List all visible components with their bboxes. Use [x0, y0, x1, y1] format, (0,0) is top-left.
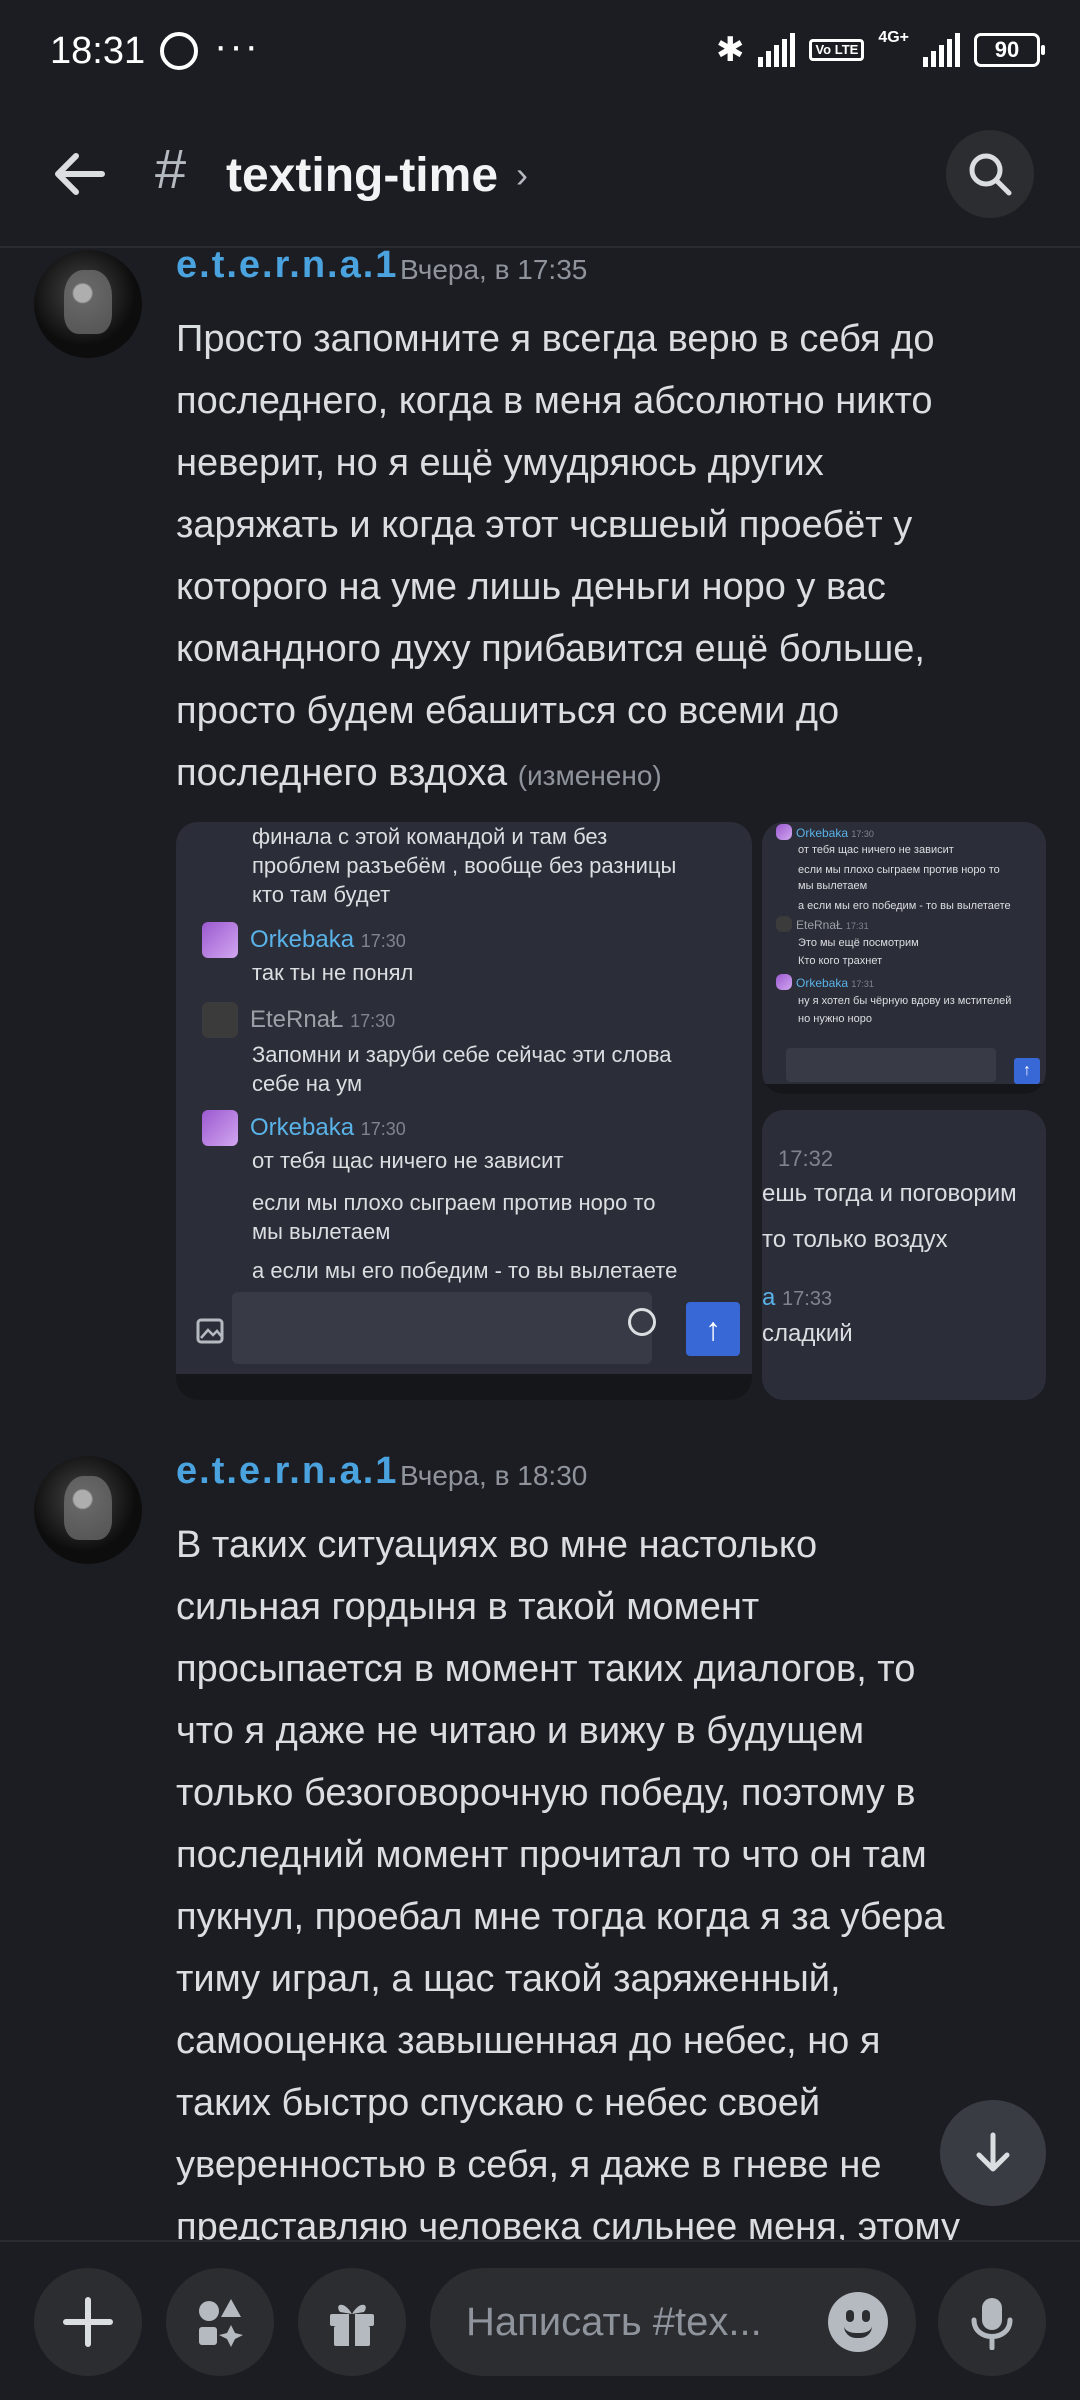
message[interactable]: e.t.e.r.n.a.1 Вчера, в 17:35 Просто запо… — [0, 244, 1080, 810]
message-text: Просто запомните я всегда верю в себя до… — [176, 318, 935, 794]
channel-hash-icon: # — [155, 137, 187, 200]
message-input[interactable]: Написать #tex... — [430, 2268, 916, 2376]
network-type: 4G+ — [878, 29, 909, 46]
gift-button[interactable] — [298, 2268, 406, 2376]
image-icon — [196, 1318, 224, 1344]
add-button[interactable] — [34, 2268, 142, 2376]
image-attachment-2[interactable]: Orkebaka 17:30 от тебя щас ничего не зав… — [762, 822, 1046, 1094]
apps-button[interactable] — [166, 2268, 274, 2376]
signal-icon-2 — [923, 33, 960, 67]
avatar[interactable] — [34, 1456, 142, 1564]
image-attachment-3[interactable]: 17:32 ешь тогда и поговорим то только во… — [762, 1110, 1046, 1400]
composer-bar: Написать #tex... — [0, 2240, 1080, 2400]
battery-indicator: 90 — [974, 33, 1045, 67]
message-author[interactable]: e.t.e.r.n.a.1 — [176, 1456, 398, 1493]
message[interactable]: e.t.e.r.n.a.1 Вчера, в 18:30 В таких сит… — [0, 1456, 1080, 2240]
search-button[interactable] — [946, 130, 1034, 218]
more-notifications-icon: ··· — [214, 24, 260, 68]
status-bar: 18:31 ··· ✱ Vo LTE 4G+ 90 — [0, 0, 1080, 108]
microphone-icon — [971, 2298, 1013, 2350]
image-attachment[interactable]: финала с этой командой и там без проблем… — [176, 822, 752, 1400]
emoji-icon — [628, 1308, 656, 1336]
emoji-icon[interactable] — [828, 2292, 888, 2352]
message-author[interactable]: e.t.e.r.n.a.1 — [176, 244, 398, 287]
channel-title[interactable]: texting-time — [226, 148, 498, 203]
arrow-down-icon — [976, 2132, 1010, 2172]
bluetooth-icon: ✱ — [715, 31, 745, 69]
avatar[interactable] — [34, 250, 142, 358]
message-timestamp: Вчера, в 18:30 — [400, 1460, 588, 1491]
message-input-placeholder: Написать #tex... — [466, 2300, 762, 2344]
whatsapp-icon — [160, 32, 198, 70]
signal-icon — [758, 33, 796, 67]
message-text: В таких ситуациях во мне настолько сильн… — [176, 1524, 961, 2240]
status-time: 18:31 — [50, 30, 146, 72]
send-icon: ↑ — [686, 1302, 740, 1356]
plus-icon — [63, 2297, 113, 2347]
volte-badge: Vo LTE — [809, 39, 865, 61]
search-icon — [969, 153, 1012, 196]
channel-header: # texting-time › — [0, 108, 1080, 248]
apps-icon — [199, 2299, 243, 2347]
message-timestamp: Вчера, в 17:35 — [400, 254, 588, 285]
voice-message-button[interactable] — [938, 2268, 1046, 2376]
jump-to-present-button[interactable] — [940, 2100, 1046, 2206]
back-arrow-icon[interactable] — [50, 144, 110, 204]
chevron-right-icon[interactable]: › — [516, 154, 528, 196]
edited-label: (изменено) — [517, 760, 662, 791]
gift-icon — [330, 2304, 374, 2346]
